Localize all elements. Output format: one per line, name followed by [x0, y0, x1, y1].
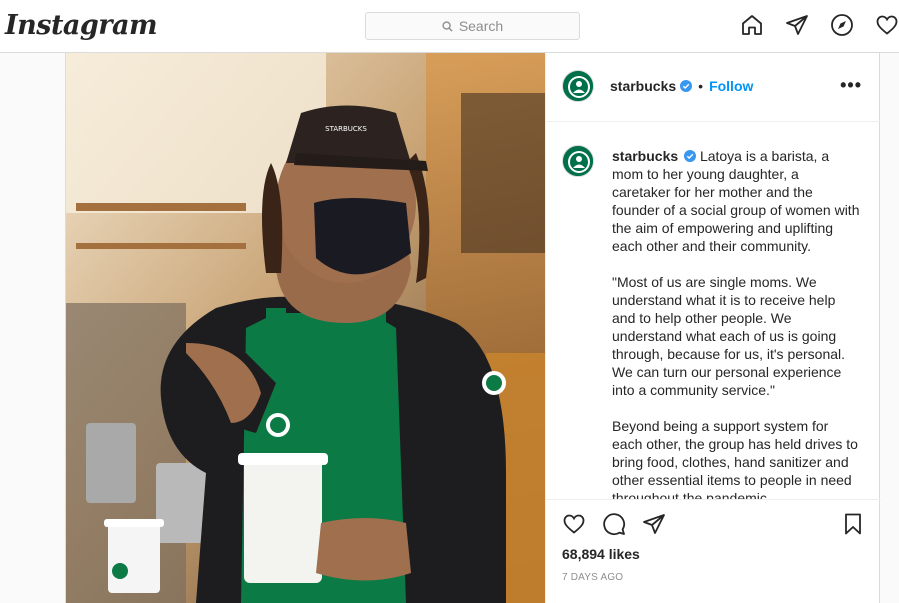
comment-icon[interactable]: [602, 512, 626, 536]
share-icon[interactable]: [642, 512, 666, 536]
more-options-icon[interactable]: •••: [840, 75, 862, 96]
activity-heart-icon[interactable]: [875, 13, 899, 37]
caption-paragraph: Beyond being a support system for each o…: [612, 418, 862, 499]
avatar[interactable]: [562, 70, 594, 102]
follow-button[interactable]: Follow: [709, 78, 753, 94]
starbucks-logo-icon: [563, 71, 593, 101]
top-navigation-bar: Instagram Search: [0, 0, 899, 53]
caption-username[interactable]: starbucks: [612, 148, 678, 164]
likes-count[interactable]: 68,894 likes: [562, 546, 640, 562]
barista-photo: STARBUCKS: [66, 53, 545, 603]
nav-icons: [740, 13, 899, 37]
post-card: STARBUCKS starbucks • Follow ••• starbuc…: [65, 53, 881, 603]
search-input[interactable]: Search: [365, 12, 580, 40]
post-actions-section: 68,894 likes 7 DAYS AGO: [546, 499, 881, 603]
caption-paragraph: "Most of us are single moms. We understa…: [612, 274, 849, 398]
post-photo[interactable]: STARBUCKS: [66, 53, 545, 603]
direct-message-icon[interactable]: [785, 13, 809, 37]
post-timestamp[interactable]: 7 DAYS AGO: [562, 572, 623, 583]
separator-dot: •: [698, 78, 704, 94]
avatar[interactable]: [562, 145, 594, 177]
search-icon: [442, 20, 453, 32]
svg-text:STARBUCKS: STARBUCKS: [325, 125, 367, 133]
home-icon[interactable]: [740, 13, 764, 37]
verified-badge-icon: [684, 150, 697, 162]
explore-icon[interactable]: [830, 13, 854, 37]
starbucks-logo-icon: [563, 146, 593, 176]
instagram-logo[interactable]: Instagram: [5, 10, 158, 41]
save-bookmark-icon[interactable]: [841, 512, 865, 536]
username-link[interactable]: starbucks: [610, 78, 676, 94]
caption-text: starbucks Latoya is a barista, a mom to …: [612, 147, 860, 499]
post-sidebar: starbucks • Follow ••• starbucks Latoya …: [545, 53, 881, 603]
post-header-info: starbucks • Follow: [610, 78, 753, 94]
verified-badge-icon: [680, 80, 693, 92]
action-bar: [562, 512, 666, 536]
post-header: starbucks • Follow •••: [546, 53, 880, 122]
search-placeholder: Search: [458, 18, 504, 34]
like-heart-icon[interactable]: [562, 512, 586, 536]
caption-area: starbucks Latoya is a barista, a mom to …: [546, 123, 881, 499]
